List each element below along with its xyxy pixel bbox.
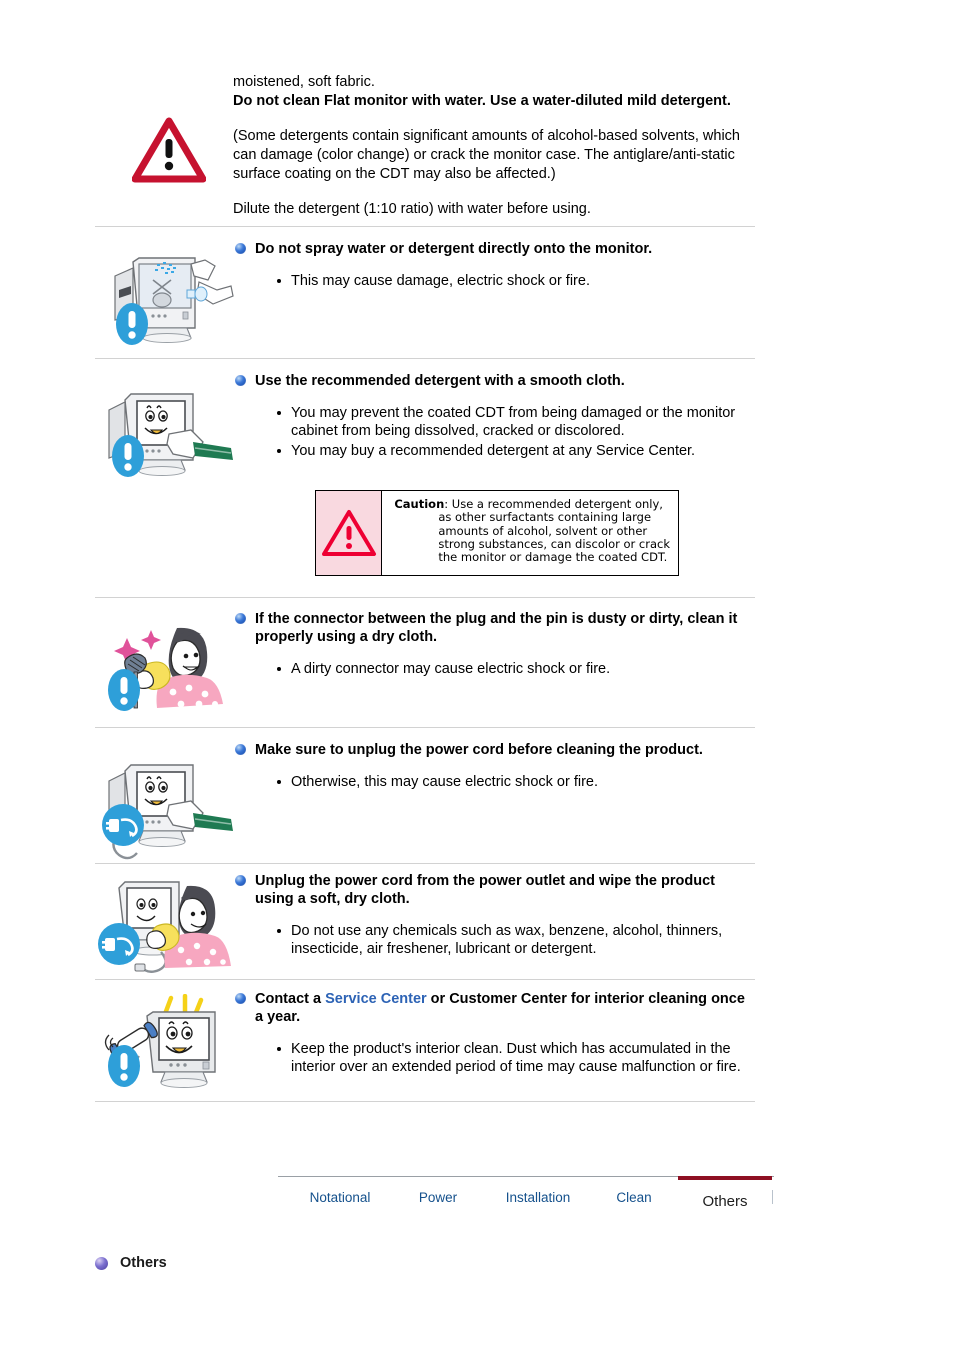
section-divider [95, 597, 755, 598]
footer-others-label: Others [120, 1255, 167, 1271]
heading-text-before-link: Contact a [255, 991, 326, 1007]
section-heading-text: Make sure to unplug the power cord befor… [255, 742, 703, 758]
blue-exclamation-badge [115, 302, 149, 351]
bullet-item: Do not use any chemicals such as wax, be… [277, 922, 755, 958]
section-heading-text: If the connector between the plug and th… [255, 611, 738, 645]
tab-notational[interactable]: Notational [290, 1176, 390, 1220]
section-heading-text: Unplug the power cord from the power out… [255, 873, 715, 907]
section-bullet-list: You may prevent the coated CDT from bein… [235, 404, 755, 460]
tab-clean[interactable]: Clean [590, 1176, 678, 1220]
section-heading: Unplug the power cord from the power out… [235, 872, 755, 908]
caution-first-line: Caution: Use a recommended detergent onl… [394, 497, 670, 511]
caution-icon-cell [316, 491, 383, 575]
bullet-item: A dirty connector may cause electric sho… [277, 660, 755, 678]
section-dirty-connector: If the connector between the plug and th… [95, 610, 755, 725]
section-bullet-list: This may cause damage, electric shock or… [235, 272, 755, 290]
intro-paragraph-2: (Some detergents contain significant amo… [233, 128, 740, 182]
tab-power[interactable]: Power [390, 1176, 486, 1220]
blue-sphere-bullet-icon [235, 875, 246, 886]
section-heading: If the connector between the plug and th… [235, 610, 755, 646]
section-divider [95, 863, 755, 864]
section-bullet-list: A dirty connector may cause electric sho… [235, 660, 755, 678]
blue-sphere-bullet-icon [235, 613, 246, 624]
section-bullet-list: Keep the product's interior clean. Dust … [235, 1040, 755, 1076]
caution-triangle-icon [321, 510, 376, 556]
intro-paragraph-1: moistened, soft fabric. Do not clean Fla… [233, 73, 761, 111]
intro-text-block: moistened, soft fabric. Do not clean Fla… [233, 73, 761, 219]
bullet-item: Keep the product's interior clean. Dust … [277, 1040, 755, 1076]
caution-text-cell: Caution: Use a recommended detergent onl… [382, 491, 678, 575]
section-heading: Make sure to unplug the power cord befor… [235, 741, 755, 759]
blue-sphere-bullet-icon [235, 375, 246, 386]
bullet-item: Otherwise, this may cause electric shock… [277, 773, 755, 791]
caution-line: strong substances, can discolor or crack [438, 536, 670, 551]
section-unplug-and-wipe: Unplug the power cord from the power out… [95, 872, 755, 982]
bullet-item: You may prevent the coated CDT from bein… [277, 404, 755, 440]
section-no-spray: Do not spray water or detergent directly… [95, 240, 755, 360]
section-heading: Use the recommended detergent with a smo… [235, 372, 755, 390]
caution-title: Caution [394, 497, 445, 511]
section-body: Use the recommended detergent with a smo… [235, 372, 755, 462]
section-body: Do not spray water or detergent directly… [235, 240, 755, 292]
section-service-center-interior: Contact a Service Center or Customer Cen… [95, 990, 755, 1100]
purple-sphere-bullet-icon [95, 1256, 108, 1270]
section-divider [95, 979, 755, 980]
blue-sphere-bullet-icon [235, 993, 246, 1004]
section-heading-text: Use the recommended detergent with a smo… [255, 373, 625, 389]
intro-paragraph-3: Dilute the detergent (1:10 ratio) with w… [233, 201, 591, 217]
section-bullet-list: Do not use any chemicals such as wax, be… [235, 922, 755, 958]
blue-exclamation-badge [111, 434, 145, 483]
blue-unplug-badge [97, 922, 141, 971]
tab-others[interactable]: Others [678, 1176, 772, 1220]
footer-others-item[interactable]: Others [95, 1255, 167, 1271]
caution-box: Caution: Use a recommended detergent onl… [315, 490, 679, 576]
page-root: moistened, soft fabric. Do not clean Fla… [0, 0, 954, 1351]
tab-installation[interactable]: Installation [486, 1176, 590, 1220]
section-divider [95, 1101, 755, 1102]
section-unplug-before-cleaning: Make sure to unplug the power cord befor… [95, 741, 755, 863]
intro-line-2-bold: Do not clean Flat monitor with water. Us… [233, 93, 731, 109]
bullet-item: You may buy a recommended detergent at a… [277, 442, 755, 460]
caution-line: Use a recommended detergent only, [451, 497, 663, 511]
blue-exclamation-badge [107, 1044, 141, 1093]
section-divider [95, 358, 755, 359]
section-bullet-list: Otherwise, this may cause electric shock… [235, 773, 755, 791]
section-divider [95, 226, 755, 227]
section-body: Contact a Service Center or Customer Cen… [235, 990, 755, 1078]
tab-divider [772, 1190, 773, 1204]
section-divider [95, 727, 755, 728]
caution-line: amounts of alcohol, solvent or other [438, 523, 648, 538]
section-heading: Do not spray water or detergent directly… [235, 240, 755, 258]
service-center-link[interactable]: Service Center [325, 991, 427, 1007]
warning-triangle-icon [131, 117, 207, 183]
caution-line: as other surfactants containing large [438, 510, 652, 525]
section-body: Unplug the power cord from the power out… [235, 872, 755, 960]
blue-exclamation-badge [107, 668, 141, 717]
caution-colon: : [444, 497, 449, 511]
intro-line-1: moistened, soft fabric. [233, 74, 375, 90]
blue-unplug-badge [101, 803, 145, 852]
section-heading-text: Do not spray water or detergent directly… [255, 241, 653, 257]
caution-line: the monitor or damage the coated CDT. [438, 550, 668, 565]
section-body: If the connector between the plug and th… [235, 610, 755, 680]
bottom-tab-bar: Notational Power Installation Clean Othe… [278, 1176, 774, 1220]
section-heading: Contact a Service Center or Customer Cen… [235, 990, 755, 1026]
blue-sphere-bullet-icon [235, 243, 246, 254]
section-body: Make sure to unplug the power cord befor… [235, 741, 755, 793]
blue-sphere-bullet-icon [235, 744, 246, 755]
bullet-item: This may cause damage, electric shock or… [277, 272, 755, 290]
